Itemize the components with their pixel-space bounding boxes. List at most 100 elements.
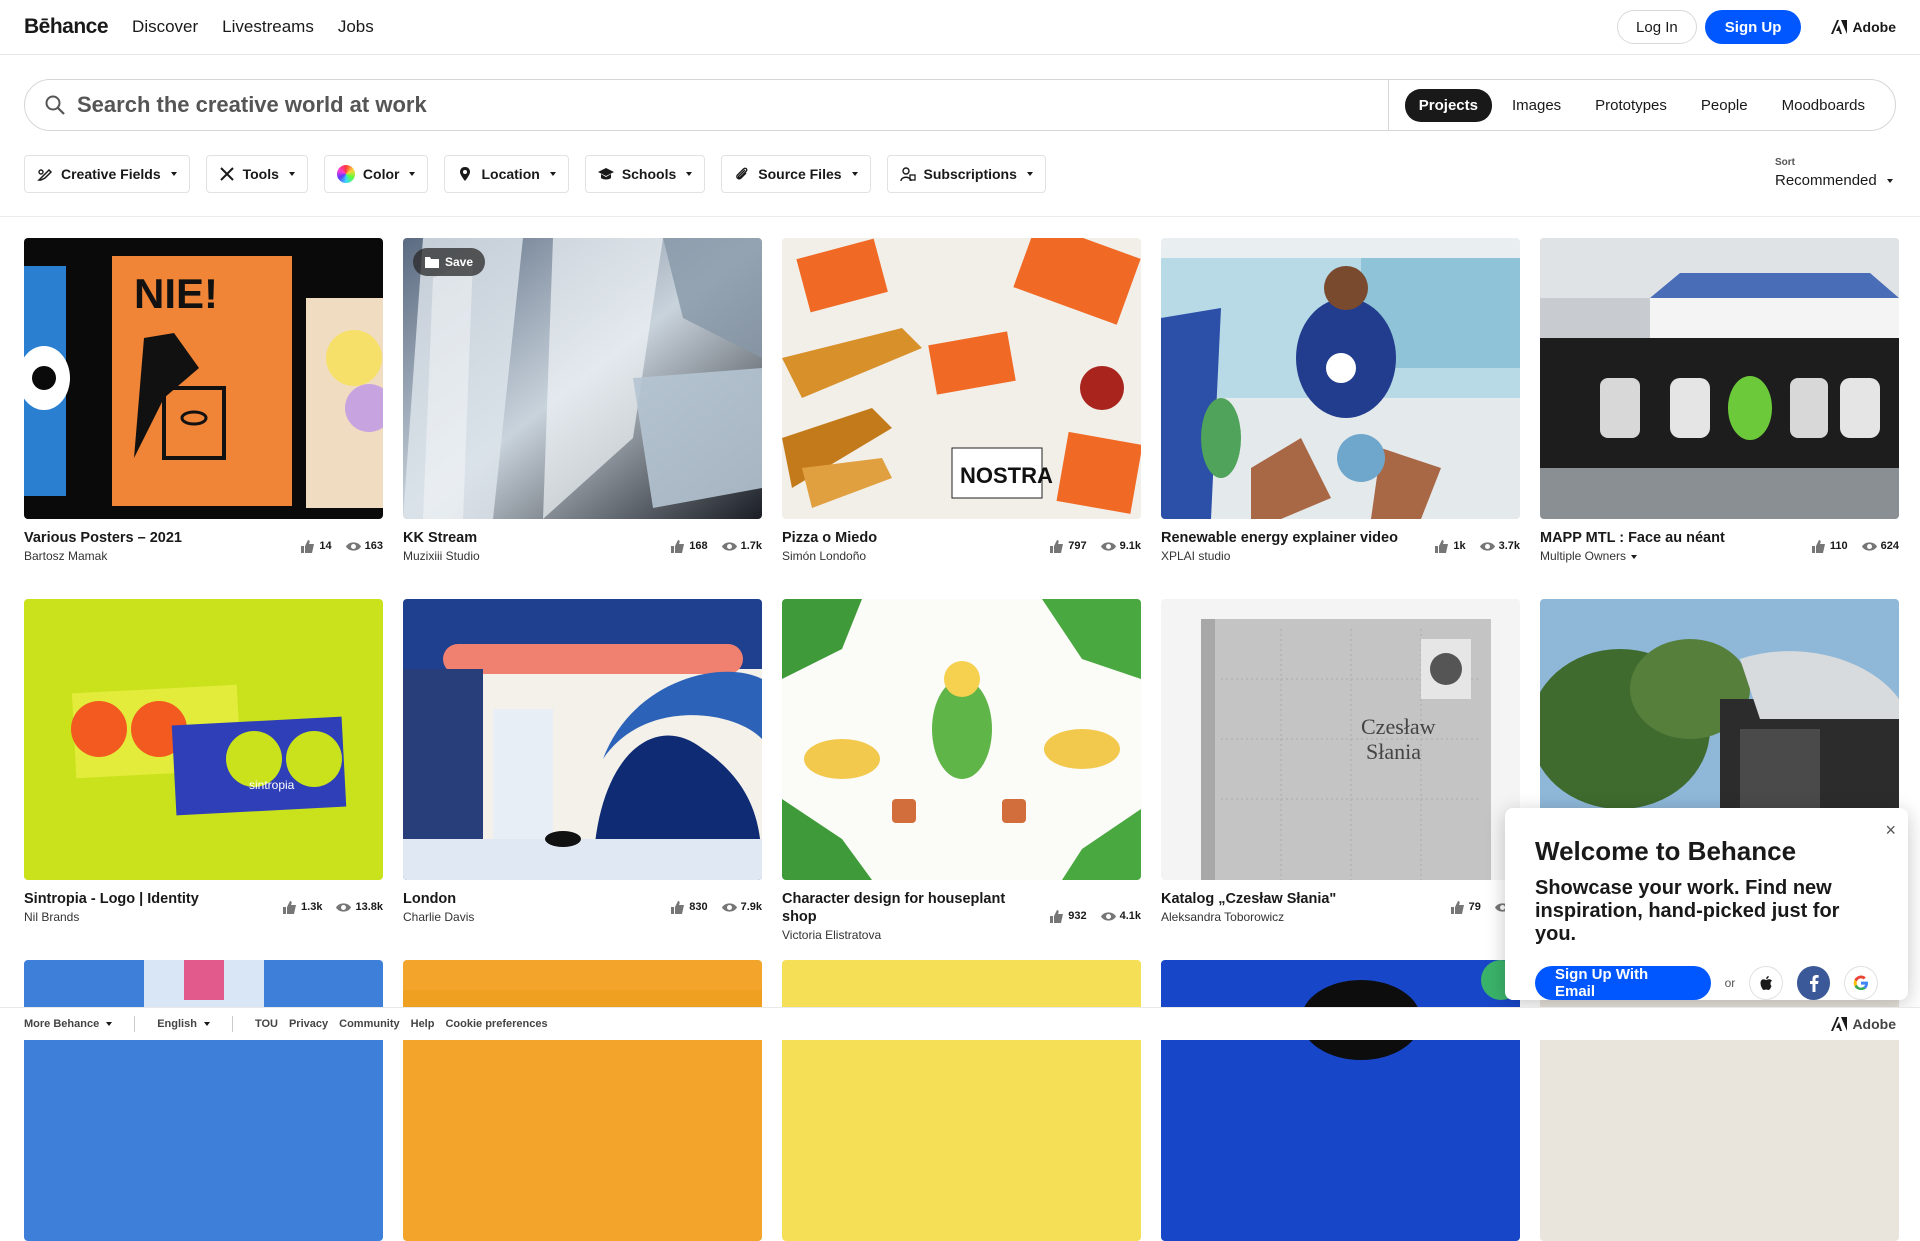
chevron-down-icon [851, 172, 858, 176]
footer-link-cookie-preferences[interactable]: Cookie preferences [445, 1018, 547, 1030]
more-behance-dropdown[interactable]: More Behance [24, 1018, 113, 1030]
footer-link-help[interactable]: Help [411, 1018, 435, 1030]
project-thumbnail[interactable]: NIE! [24, 238, 383, 519]
filter-tools[interactable]: Tools [205, 155, 308, 193]
project-owner[interactable]: Victoria Elistratova [782, 928, 1032, 942]
project-thumbnail[interactable]: Czesław Słania [1161, 599, 1520, 880]
sort-selected: Recommended [1775, 172, 1877, 189]
project-card[interactable]: Save KK Stream Muzixiii Studio 168 1.7k [403, 238, 762, 563]
or-label: or [1724, 976, 1736, 990]
project-thumbnail[interactable] [1540, 238, 1899, 519]
project-card[interactable]: London Charlie Davis 830 7.9k [403, 599, 762, 924]
tab-projects[interactable]: Projects [1404, 88, 1492, 122]
chevron-down-icon [1886, 178, 1893, 183]
nav-discover[interactable]: Discover [132, 17, 198, 37]
project-card[interactable]: sintropia Sintropia - Logo | Identity Ni… [24, 599, 383, 924]
project-owner[interactable]: Aleksandra Toborowicz [1161, 910, 1336, 924]
project-title[interactable]: Katalog „Czesław Słania" [1161, 890, 1336, 908]
project-thumbnail[interactable] [782, 960, 1141, 1241]
login-button[interactable]: Log In [1617, 10, 1697, 44]
project-thumbnail[interactable] [403, 960, 762, 1241]
tab-moodboards[interactable]: Moodboards [1768, 89, 1879, 122]
project-image [782, 960, 1141, 1241]
filter-label: Color [362, 166, 400, 182]
project-card[interactable] [403, 960, 762, 1241]
search-input[interactable] [77, 92, 677, 118]
filter-source-files[interactable]: Source Files [721, 155, 871, 193]
project-image: NIE! [24, 238, 383, 519]
project-owner-dropdown[interactable]: Multiple Owners [1540, 549, 1725, 563]
project-image [403, 599, 762, 880]
project-card[interactable]: Renewable energy explainer video XPLAI s… [1161, 238, 1520, 563]
footer-adobe-link[interactable]: Adobe [1831, 1016, 1896, 1032]
graduation-cap-icon [597, 168, 614, 180]
project-title[interactable]: Character design for houseplant shop [782, 890, 1032, 926]
language-dropdown[interactable]: English [157, 1018, 210, 1030]
project-owner[interactable]: Muzixiii Studio [403, 549, 480, 563]
filter-location[interactable]: Location [444, 155, 569, 193]
views-count: 13.8k [355, 901, 383, 913]
tab-prototypes[interactable]: Prototypes [1581, 89, 1681, 122]
nav-livestreams[interactable]: Livestreams [222, 17, 314, 37]
apple-signin-button[interactable] [1749, 966, 1783, 1000]
project-owner[interactable]: Simón Londoño [782, 549, 877, 563]
chevron-down-icon [106, 1022, 113, 1026]
project-title[interactable]: KK Stream [403, 529, 480, 547]
filter-color[interactable]: Color [323, 155, 429, 193]
filter-schools[interactable]: Schools [584, 155, 706, 193]
project-thumbnail[interactable] [782, 599, 1141, 880]
project-thumbnail[interactable]: Save [403, 238, 762, 519]
project-owner[interactable]: Charlie Davis [403, 910, 474, 924]
poster-text: NIE! [134, 270, 218, 317]
sort-dropdown[interactable]: Sort Recommended [1775, 157, 1893, 189]
eye-icon [1100, 541, 1116, 551]
signup-with-email-button[interactable]: Sign Up With Email [1535, 966, 1711, 1000]
nav-jobs[interactable]: Jobs [338, 17, 374, 37]
project-card[interactable] [24, 960, 383, 1241]
project-title[interactable]: MAPP MTL : Face au néant [1540, 529, 1725, 547]
likes-stat: 830 [670, 900, 708, 914]
chevron-down-icon [288, 172, 295, 176]
project-thumbnail[interactable] [403, 599, 762, 880]
tab-people[interactable]: People [1687, 89, 1762, 122]
project-title[interactable]: Renewable energy explainer video [1161, 529, 1398, 547]
behance-logo[interactable]: Bēhance [24, 15, 109, 39]
signup-button[interactable]: Sign Up [1704, 10, 1802, 44]
project-card[interactable]: NOSTRA Pizza o Miedo Simón Londoño 797 9… [782, 238, 1141, 563]
google-icon [1853, 975, 1869, 990]
footer-link-tou[interactable]: TOU [255, 1018, 278, 1030]
facebook-signin-button[interactable] [1796, 966, 1831, 1000]
project-thumbnail[interactable] [1161, 238, 1520, 519]
save-button[interactable]: Save [413, 248, 486, 276]
google-signin-button[interactable] [1844, 966, 1878, 1000]
project-thumbnail[interactable] [1540, 960, 1899, 1241]
welcome-text: Showcase your work. Find new inspiration… [1535, 877, 1840, 945]
project-owner[interactable]: XPLAI studio [1161, 549, 1398, 563]
project-thumbnail[interactable]: sintropia [24, 599, 383, 880]
project-owner[interactable]: Bartosz Mamak [24, 549, 182, 563]
project-card[interactable]: MAPP MTL : Face au néant Multiple Owners… [1540, 238, 1899, 563]
project-card[interactable] [782, 960, 1141, 1241]
tab-images[interactable]: Images [1498, 89, 1575, 122]
project-title[interactable]: Pizza o Miedo [782, 529, 877, 547]
project-owner[interactable]: Nil Brands [24, 910, 199, 924]
project-thumbnail[interactable]: NOSTRA [782, 238, 1141, 519]
filter-creative-fields[interactable]: Creative Fields [24, 155, 190, 193]
project-card[interactable]: NIE! Various Posters – 2021 Bartosz Mama… [24, 238, 383, 563]
project-thumbnail[interactable] [1161, 960, 1520, 1241]
footer-link-community[interactable]: Community [339, 1018, 400, 1030]
adobe-link[interactable]: Adobe [1831, 19, 1896, 35]
project-card[interactable]: Character design for houseplant shop Vic… [782, 599, 1141, 942]
project-title[interactable]: London [403, 890, 474, 908]
project-card[interactable] [1540, 960, 1899, 1241]
project-card[interactable]: Czesław Słania Katalog „Czesław Słania" … [1161, 599, 1520, 924]
project-card[interactable] [1161, 960, 1520, 1241]
filter-subscriptions[interactable]: Subscriptions [886, 155, 1046, 193]
project-title[interactable]: Various Posters – 2021 [24, 529, 182, 547]
footer-link-privacy[interactable]: Privacy [289, 1018, 328, 1030]
project-thumbnail[interactable] [24, 960, 383, 1241]
thumbs-up-icon [671, 539, 685, 553]
close-icon[interactable]: × [1885, 820, 1896, 841]
project-title[interactable]: Sintropia - Logo | Identity [24, 890, 199, 908]
project-stats: 110 624 [1803, 529, 1899, 563]
